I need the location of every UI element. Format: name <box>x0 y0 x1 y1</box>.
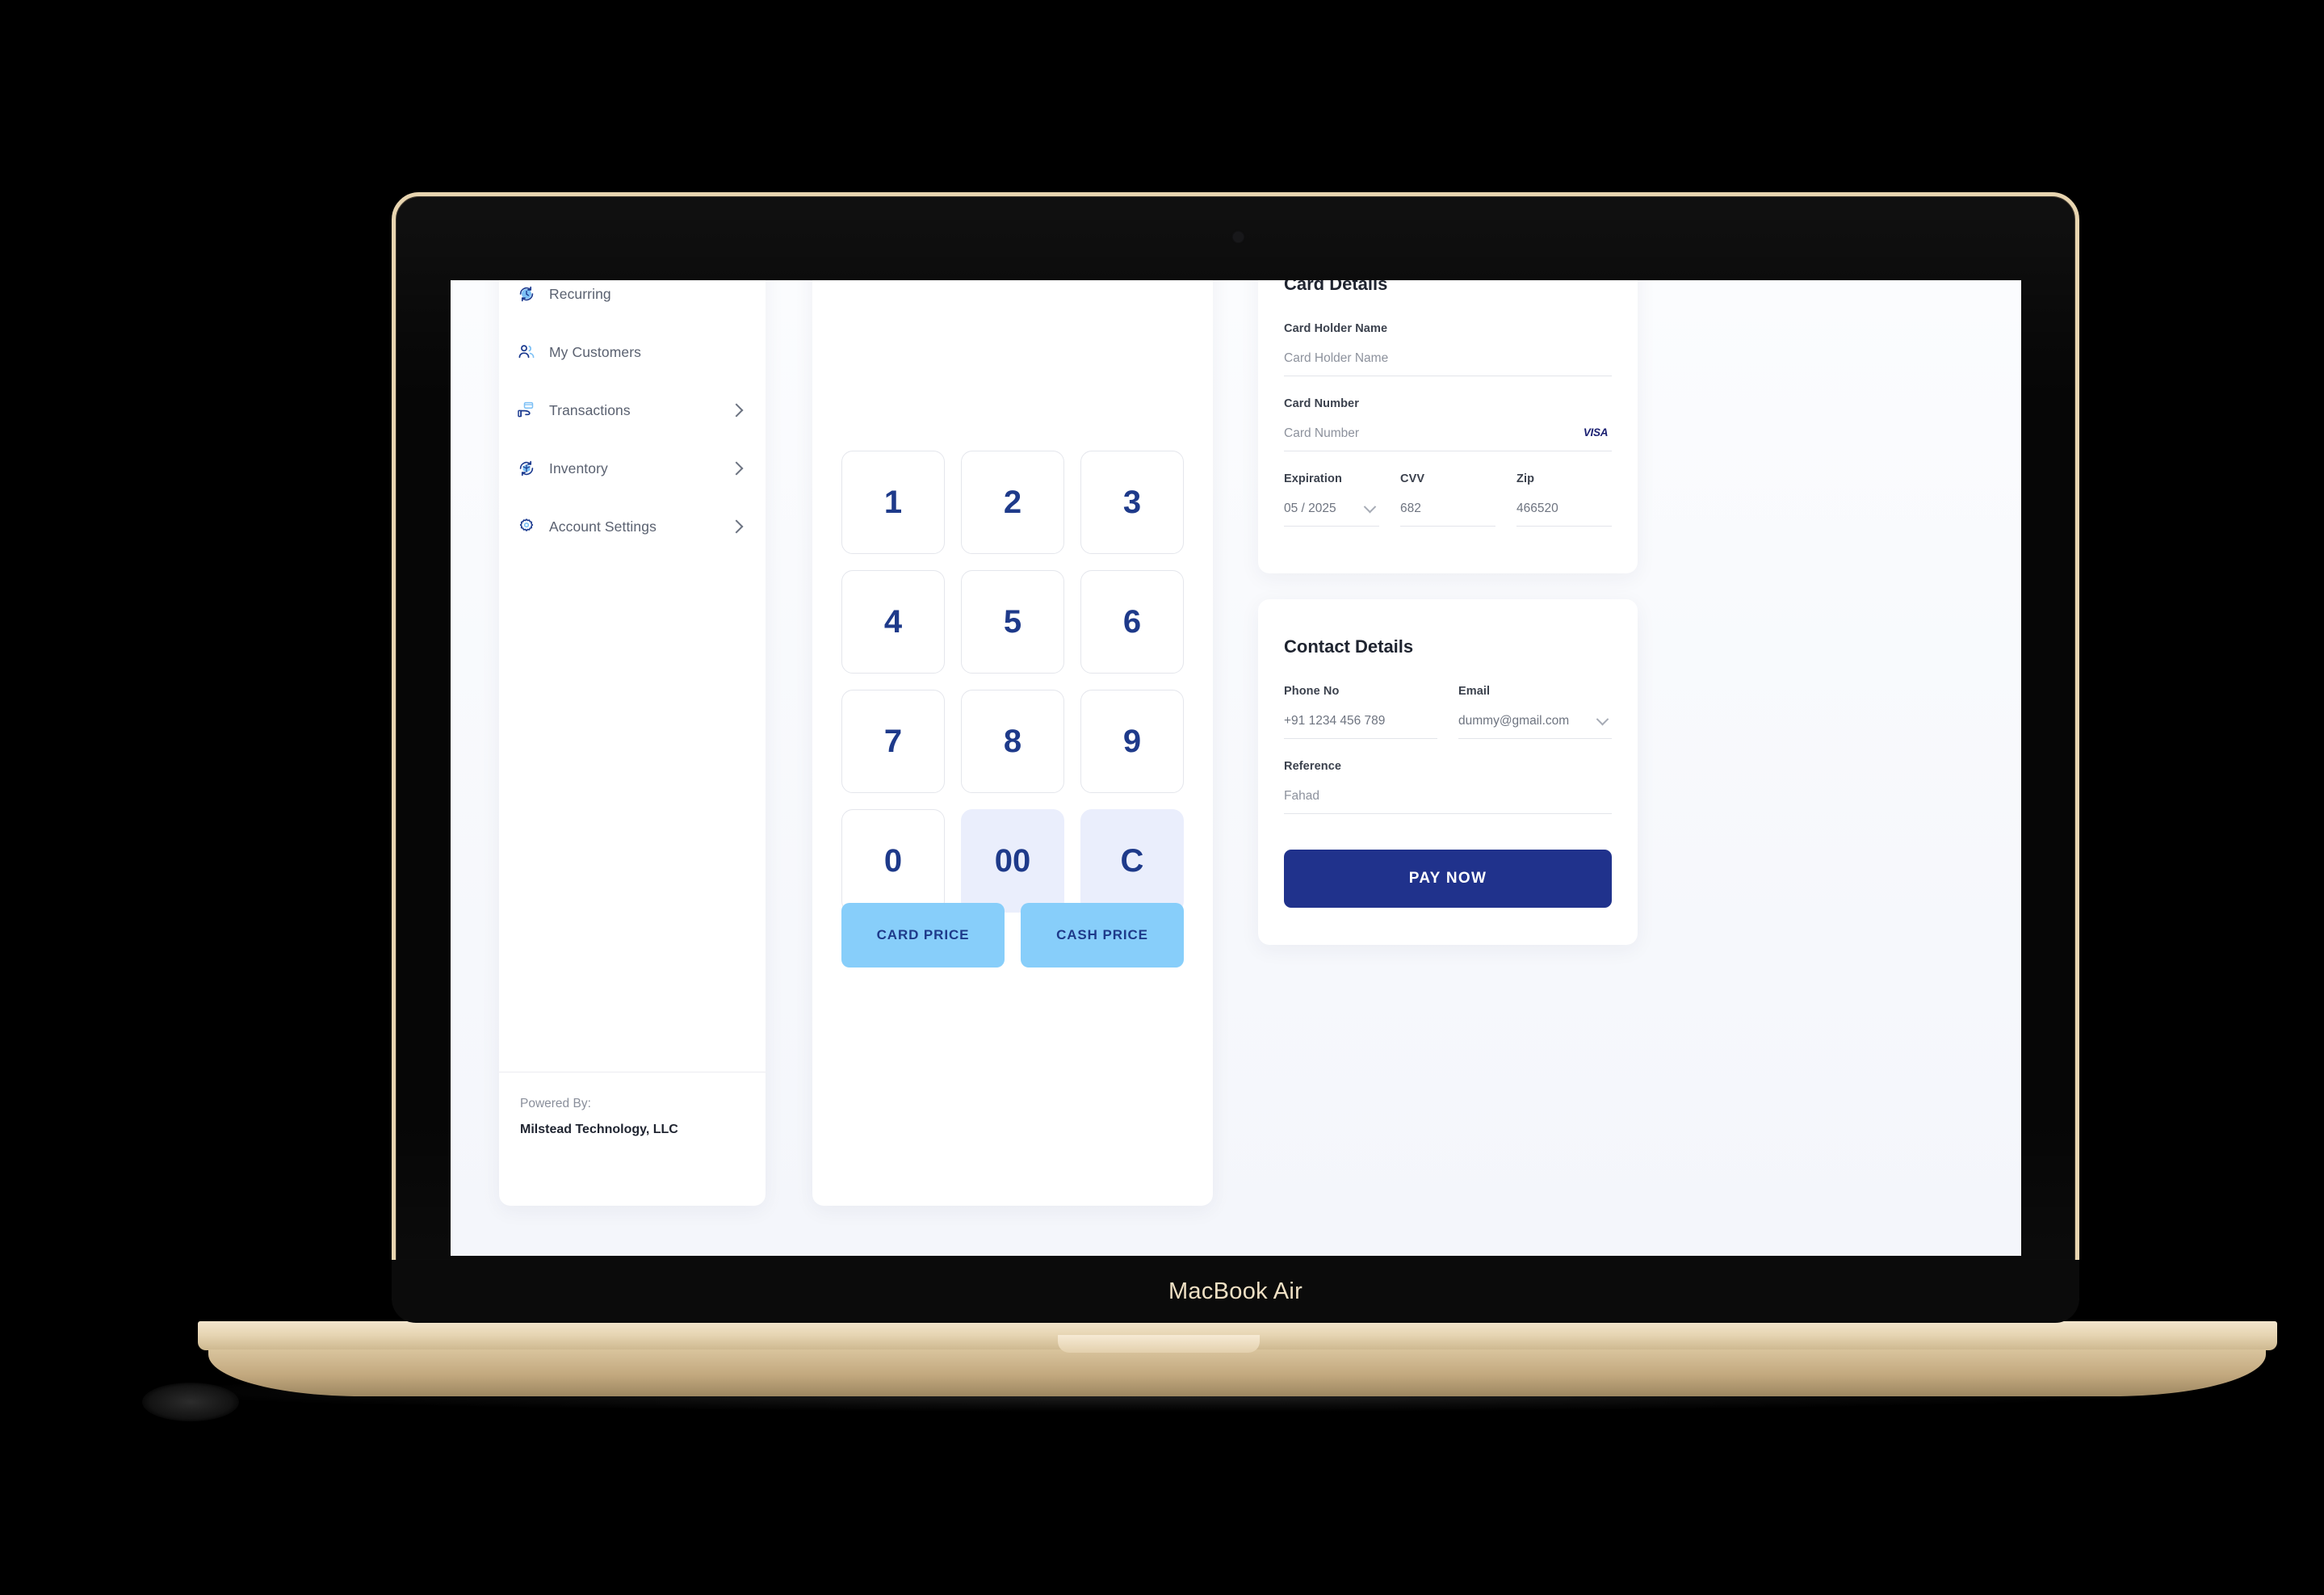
sidebar-item-label: Recurring <box>549 285 611 302</box>
cvv-input[interactable]: 682 <box>1400 502 1495 527</box>
card-number-field: Card Number Card Number VISA <box>1284 397 1612 451</box>
sidebar-item-inventory[interactable]: Inventory <box>499 445 766 492</box>
reference-label: Reference <box>1284 760 1342 773</box>
laptop-base-front <box>208 1349 2266 1396</box>
email-value: dummy@gmail.com <box>1458 714 1570 728</box>
contact-details-card: Contact Details Phone No +91 1234 456 78… <box>1258 599 1638 945</box>
chevron-down-icon <box>1363 500 1377 513</box>
card-details-title: Card Details <box>1284 280 1388 294</box>
sidebar-item-account-settings[interactable]: Account Settings <box>499 503 766 550</box>
keypad-key-1[interactable]: 1 <box>841 451 945 554</box>
contact-row: Phone No +91 1234 456 789 Email dummy@gm… <box>1284 685 1612 760</box>
card-holder-name-input[interactable]: Card Holder Name <box>1284 351 1612 376</box>
sidebar-item-label: Transactions <box>549 401 631 418</box>
phone-value: +91 1234 456 789 <box>1284 714 1386 728</box>
laptop-mockup: Recurring My Customers Transactions Inve… <box>0 0 2324 1595</box>
gear-icon <box>517 517 536 536</box>
keypad-key-8[interactable]: 8 <box>961 690 1064 793</box>
keypad-key-3[interactable]: 3 <box>1080 451 1184 554</box>
cvv-label: CVV <box>1400 472 1425 485</box>
phone-label: Phone No <box>1284 685 1340 698</box>
keypad-key-7[interactable]: 7 <box>841 690 945 793</box>
expiration-value: 05 / 2025 <box>1284 502 1336 515</box>
chevron-right-icon[interactable] <box>729 403 744 418</box>
visa-wordmark: VISA <box>1583 426 1609 439</box>
card-holder-name-placeholder: Card Holder Name <box>1284 351 1389 365</box>
laptop-lid-notch <box>1058 1335 1260 1353</box>
sidebar-item-label: My Customers <box>549 343 641 360</box>
recurring-clock-icon <box>517 284 536 304</box>
sidebar-item-transactions[interactable]: Transactions <box>499 387 766 434</box>
card-number-label: Card Number <box>1284 397 1359 410</box>
macbook-model-label: MacBook Air <box>1168 1278 1303 1304</box>
email-select[interactable]: dummy@gmail.com <box>1458 712 1612 739</box>
card-in-hand-icon <box>517 401 536 420</box>
sidebar-nav: Recurring My Customers Transactions Inve… <box>499 280 766 1072</box>
zip-label: Zip <box>1516 472 1535 485</box>
reference-field: Reference Fahad <box>1284 760 1612 814</box>
phone-field: Phone No +91 1234 456 789 <box>1284 685 1437 739</box>
sidebar-footer: Powered By: Milstead Technology, LLC <box>499 1072 766 1206</box>
phone-input[interactable]: +91 1234 456 789 <box>1284 714 1437 739</box>
keypad-key-00[interactable]: 00 <box>961 809 1064 913</box>
card-meta-row: Expiration 05 / 2025 CVV 682 Zip 466520 <box>1284 472 1612 556</box>
keypad-key-6[interactable]: 6 <box>1080 570 1184 674</box>
email-field: Email dummy@gmail.com <box>1458 685 1612 739</box>
keypad-key-0[interactable]: 0 <box>841 809 945 913</box>
keypad-key-5[interactable]: 5 <box>961 570 1064 674</box>
pay-now-button[interactable]: PAY NOW <box>1284 850 1612 908</box>
sidebar-item-label: Inventory <box>549 460 608 476</box>
price-button-row: CARD PRICE CASH PRICE <box>841 903 1184 967</box>
cash-price-button[interactable]: CASH PRICE <box>1021 903 1184 967</box>
screen-viewport: Recurring My Customers Transactions Inve… <box>451 280 2021 1256</box>
expiration-label: Expiration <box>1284 472 1342 485</box>
reference-input[interactable]: Fahad <box>1284 789 1612 814</box>
card-price-button[interactable]: CARD PRICE <box>841 903 1005 967</box>
zip-field: Zip 466520 <box>1516 472 1612 527</box>
webcam-icon <box>1234 233 1243 241</box>
keypad-key-4[interactable]: 4 <box>841 570 945 674</box>
card-number-input[interactable]: Card Number VISA <box>1284 426 1612 451</box>
card-details-card: Card Details Card Holder Name Card Holde… <box>1258 280 1638 573</box>
visa-card-brand-icon: VISA <box>1579 426 1612 439</box>
sidebar-item-label: Account Settings <box>549 518 657 535</box>
right-column: Card Details Card Holder Name Card Holde… <box>1258 280 1638 945</box>
powered-by-label: Powered By: <box>520 1097 591 1110</box>
cvv-field: CVV 682 <box>1400 472 1495 527</box>
expiration-field: Expiration 05 / 2025 <box>1284 472 1379 527</box>
contact-details-title: Contact Details <box>1284 636 1414 657</box>
laptop-foot-shadow <box>142 1383 239 1421</box>
chevron-down-icon <box>1596 712 1609 725</box>
keypad-grid: 1 2 3 4 5 6 7 8 9 0 00 C <box>841 451 1184 913</box>
keypad-panel: 1 2 3 4 5 6 7 8 9 0 00 C CARD PRICE CASH… <box>812 280 1213 1206</box>
keypad-key-2[interactable]: 2 <box>961 451 1064 554</box>
expiration-select[interactable]: 05 / 2025 <box>1284 500 1379 527</box>
chevron-right-icon[interactable] <box>729 461 744 476</box>
sidebar-item-my-customers[interactable]: My Customers <box>499 329 766 376</box>
zip-input[interactable]: 466520 <box>1516 502 1612 527</box>
powered-by-company: Milstead Technology, LLC <box>520 1123 678 1136</box>
chevron-right-icon[interactable] <box>729 519 744 534</box>
sidebar: Recurring My Customers Transactions Inve… <box>499 280 766 1206</box>
card-number-placeholder: Card Number <box>1284 426 1360 440</box>
keypad-key-9[interactable]: 9 <box>1080 690 1184 793</box>
reference-value: Fahad <box>1284 789 1319 803</box>
keypad-key-clear[interactable]: C <box>1080 809 1184 913</box>
sidebar-item-recurring[interactable]: Recurring <box>499 280 766 317</box>
inventory-box-icon <box>517 459 536 478</box>
users-icon <box>517 342 536 362</box>
card-holder-name-label: Card Holder Name <box>1284 322 1388 335</box>
zip-value: 466520 <box>1516 502 1558 515</box>
email-label: Email <box>1458 685 1491 698</box>
cvv-value: 682 <box>1400 502 1421 515</box>
laptop-chin: MacBook Air <box>392 1260 2079 1323</box>
app-root: Recurring My Customers Transactions Inve… <box>451 280 2021 1256</box>
card-holder-name-field: Card Holder Name Card Holder Name <box>1284 322 1612 376</box>
